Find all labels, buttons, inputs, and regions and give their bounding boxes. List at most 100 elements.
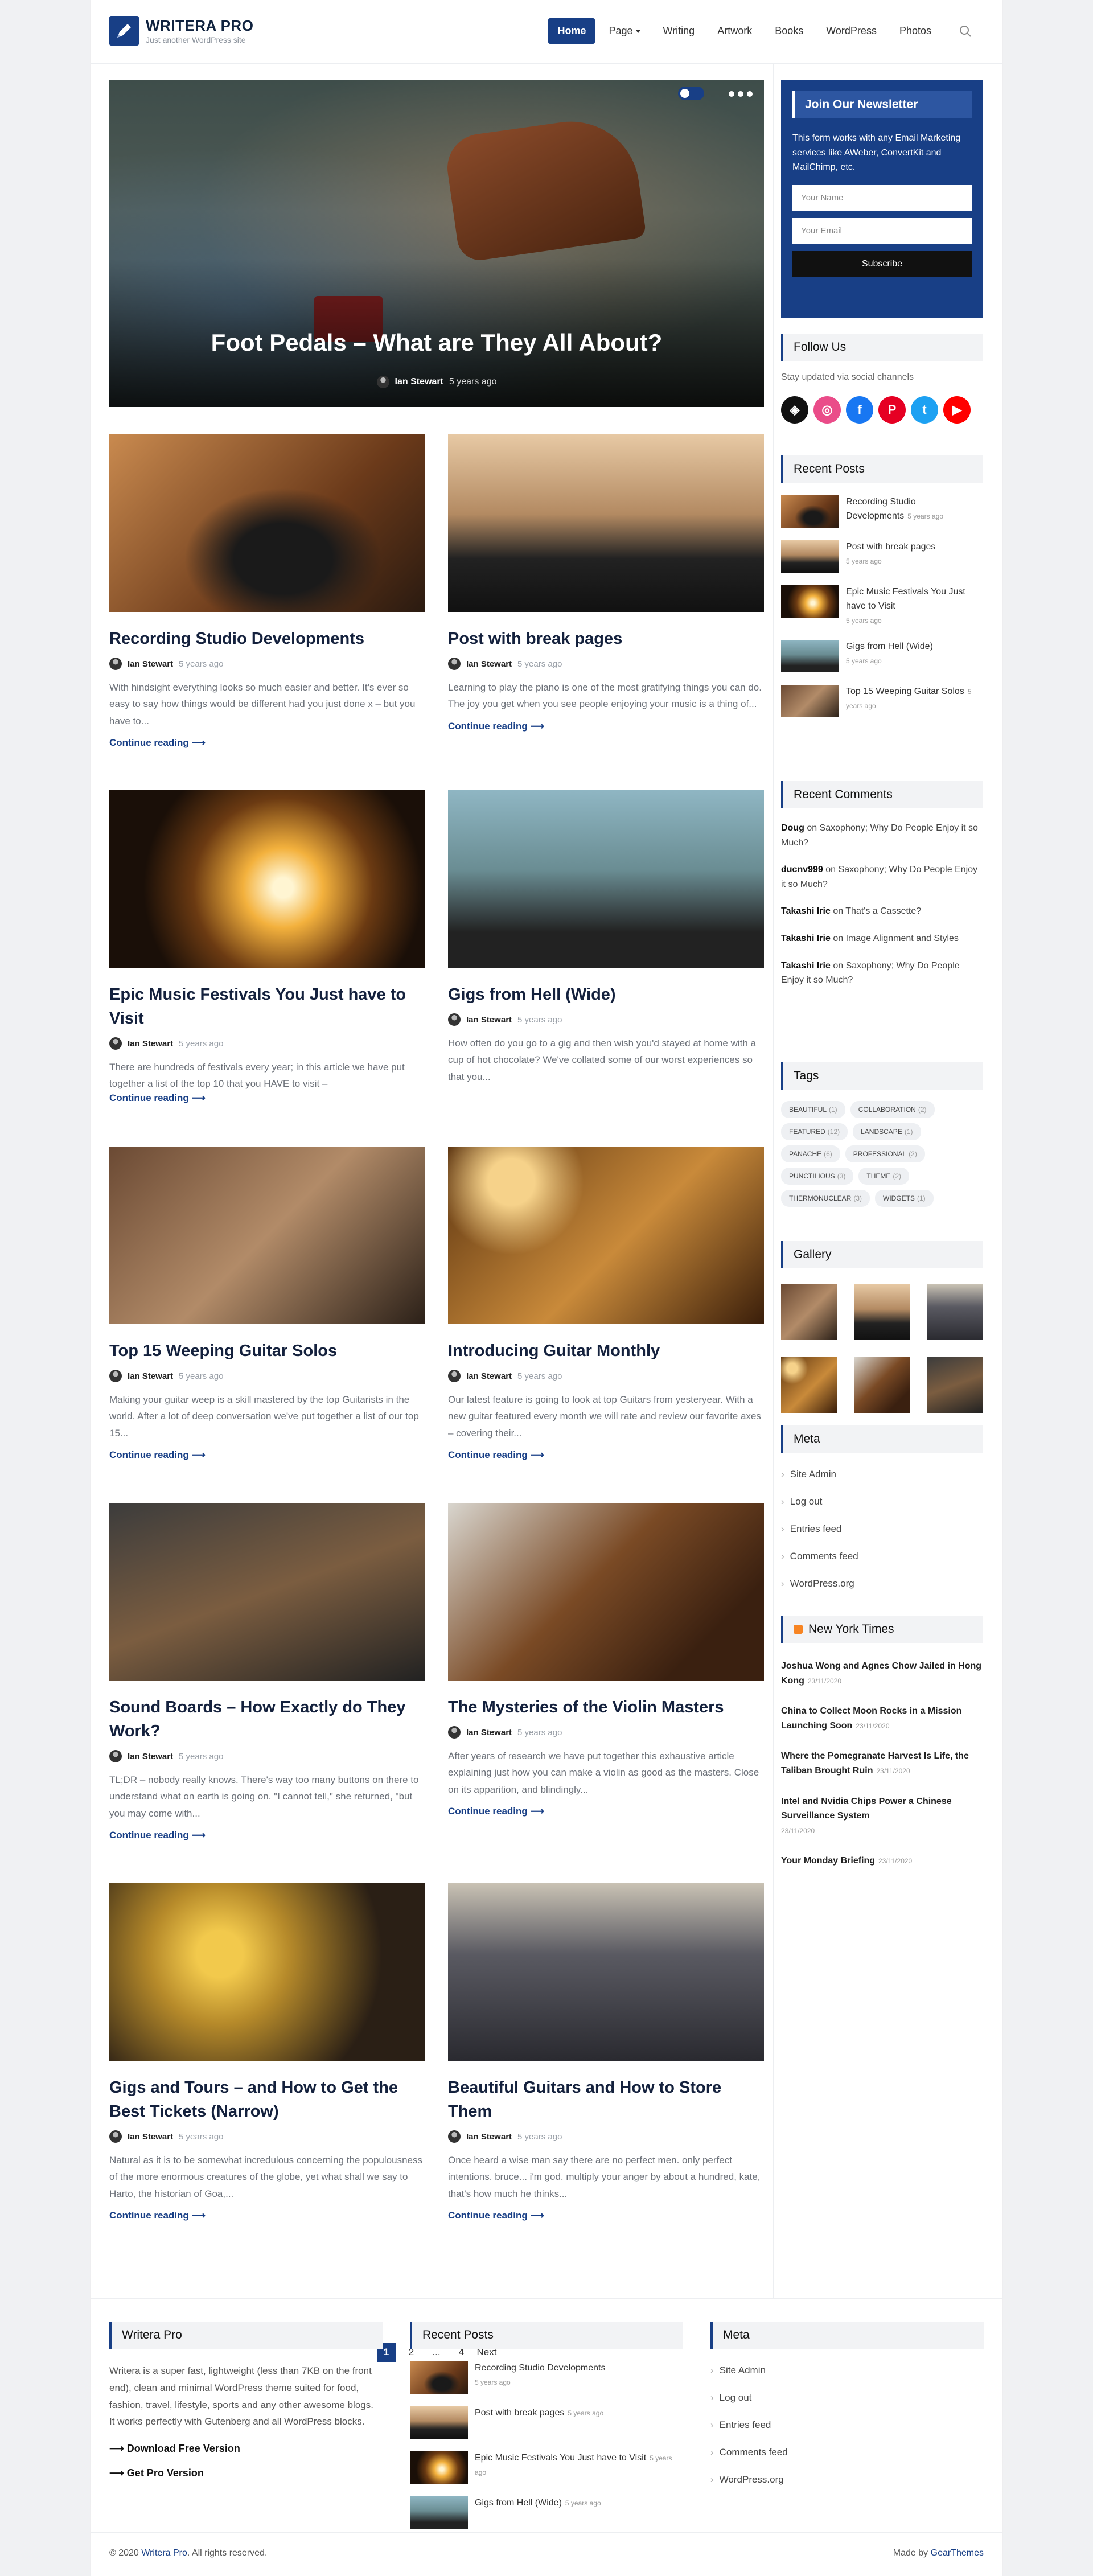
post-title[interactable]: Sound Boards – How Exactly do They Work? bbox=[109, 1695, 425, 1743]
continue-reading-link[interactable]: Continue reading ⟶ bbox=[109, 1830, 425, 1841]
meta-item[interactable]: › Log out bbox=[781, 1496, 983, 1507]
recent-post-thumb[interactable] bbox=[410, 2496, 468, 2529]
gallery-image[interactable] bbox=[927, 1284, 983, 1340]
name-input[interactable]: Your Name bbox=[792, 184, 972, 211]
post-thumbnail[interactable] bbox=[448, 1147, 764, 1324]
meta-link[interactable]: Log out bbox=[720, 2392, 752, 2404]
pinterest-icon[interactable]: P bbox=[878, 396, 906, 424]
nav-home[interactable]: Home bbox=[548, 18, 595, 44]
nav-wordpress[interactable]: WordPress bbox=[817, 18, 886, 44]
tag-item[interactable]: Collaboration (2) bbox=[850, 1101, 935, 1118]
recent-post-thumb[interactable] bbox=[781, 640, 839, 673]
nav-books[interactable]: Books bbox=[766, 18, 812, 44]
post-thumbnail[interactable] bbox=[109, 434, 425, 612]
post-thumbnail[interactable] bbox=[448, 1883, 764, 2061]
tag-item[interactable]: Landscape (1) bbox=[853, 1123, 921, 1140]
comment-author[interactable]: Doug bbox=[781, 823, 804, 833]
search-icon[interactable] bbox=[959, 24, 972, 38]
meta-item[interactable]: › Comments feed bbox=[710, 2447, 984, 2458]
recent-post-title[interactable]: Post with break pages bbox=[846, 542, 935, 552]
recent-post-title[interactable]: Gigs from Hell (Wide) bbox=[475, 2498, 562, 2508]
recent-post-title[interactable]: Post with break pages bbox=[475, 2408, 564, 2418]
recent-post-thumb[interactable] bbox=[781, 540, 839, 573]
meta-link[interactable]: Entries feed bbox=[720, 2419, 771, 2431]
facebook-icon[interactable]: f bbox=[846, 396, 873, 424]
recent-post-title[interactable]: Epic Music Festivals You Just have to Vi… bbox=[475, 2453, 646, 2463]
logo-icon[interactable] bbox=[109, 16, 139, 46]
nyt-headline[interactable]: Where the Pomegranate Harvest Is Life, t… bbox=[781, 1751, 969, 1776]
recent-post-title[interactable]: Gigs from Hell (Wide) bbox=[846, 642, 933, 651]
meta-link[interactable]: Comments feed bbox=[790, 1551, 858, 1562]
tag-item[interactable]: Thermonuclear (3) bbox=[781, 1190, 870, 1207]
gallery-image[interactable] bbox=[854, 1284, 910, 1340]
gallery-image[interactable] bbox=[781, 1284, 837, 1340]
continue-reading-link[interactable]: Continue reading ⟶ bbox=[109, 2210, 425, 2221]
nav-page[interactable]: Page bbox=[599, 18, 649, 44]
recent-post-thumb[interactable] bbox=[781, 585, 839, 618]
continue-reading-link[interactable]: Continue reading ⟶ bbox=[448, 1806, 764, 1817]
download-free-link[interactable]: ⟶ Download Free Version bbox=[109, 2443, 383, 2455]
codepen-icon[interactable]: ◈ bbox=[781, 396, 808, 424]
comment-author[interactable]: Takashi Irie bbox=[781, 934, 831, 943]
tag-item[interactable]: Panache (6) bbox=[781, 1145, 840, 1162]
recent-post-thumb[interactable] bbox=[781, 495, 839, 528]
comment-author[interactable]: Takashi Irie bbox=[781, 906, 831, 916]
post-author[interactable]: Ian Stewart bbox=[466, 1728, 512, 1737]
recent-post-thumb[interactable] bbox=[410, 2361, 468, 2394]
nav-writing[interactable]: Writing bbox=[654, 18, 704, 44]
recent-post-title[interactable]: Top 15 Weeping Guitar Solos bbox=[846, 687, 964, 696]
copyright-brand-link[interactable]: Writera Pro bbox=[141, 2548, 187, 2558]
meta-item[interactable]: › Site Admin bbox=[781, 1469, 983, 1480]
tag-item[interactable]: Theme (2) bbox=[858, 1168, 910, 1185]
meta-link[interactable]: Site Admin bbox=[720, 2365, 766, 2376]
meta-link[interactable]: Entries feed bbox=[790, 1523, 842, 1535]
post-title[interactable]: Top 15 Weeping Guitar Solos bbox=[109, 1339, 425, 1363]
more-dots-icon[interactable] bbox=[729, 91, 753, 97]
meta-link[interactable]: Log out bbox=[790, 1496, 823, 1507]
post-title[interactable]: Epic Music Festivals You Just have to Vi… bbox=[109, 983, 425, 1030]
recent-post-title[interactable]: Recording Studio Developments bbox=[475, 2363, 605, 2373]
tag-item[interactable]: Punctilious (3) bbox=[781, 1168, 854, 1185]
meta-item[interactable]: › Log out bbox=[710, 2392, 984, 2404]
post-thumbnail[interactable] bbox=[109, 1503, 425, 1681]
continue-reading-link[interactable]: Continue reading ⟶ bbox=[109, 737, 425, 749]
continue-reading-link[interactable]: Continue reading ⟶ bbox=[448, 2210, 764, 2221]
meta-item[interactable]: › Entries feed bbox=[781, 1523, 983, 1535]
post-author[interactable]: Ian Stewart bbox=[466, 1015, 512, 1025]
post-title[interactable]: Introducing Guitar Monthly bbox=[448, 1339, 764, 1363]
post-author[interactable]: Ian Stewart bbox=[466, 2132, 512, 2142]
post-thumbnail[interactable] bbox=[109, 790, 425, 968]
recent-post-item[interactable]: Gigs from Hell (Wide) 5 years ago bbox=[410, 2496, 683, 2529]
continue-reading-link[interactable]: Continue reading ⟶ bbox=[109, 1449, 425, 1461]
get-pro-link[interactable]: ⟶ Get Pro Version bbox=[109, 2467, 383, 2479]
email-input[interactable]: Your Email bbox=[792, 217, 972, 244]
post-title[interactable]: Post with break pages bbox=[448, 627, 764, 651]
nav-photos[interactable]: Photos bbox=[890, 18, 940, 44]
post-author[interactable]: Ian Stewart bbox=[128, 1371, 173, 1381]
hero-author[interactable]: Ian Stewart bbox=[395, 377, 443, 387]
tag-item[interactable]: Beautiful (1) bbox=[781, 1101, 845, 1118]
post-thumbnail[interactable] bbox=[448, 1503, 764, 1681]
meta-item[interactable]: › Comments feed bbox=[781, 1551, 983, 1562]
post-author[interactable]: Ian Stewart bbox=[128, 1752, 173, 1761]
post-title[interactable]: Gigs from Hell (Wide) bbox=[448, 983, 764, 1006]
meta-link[interactable]: WordPress.org bbox=[720, 2474, 784, 2485]
gallery-image[interactable] bbox=[854, 1357, 910, 1413]
post-author[interactable]: Ian Stewart bbox=[128, 1039, 173, 1049]
recent-post-item[interactable]: Top 15 Weeping Guitar Solos 5 years ago bbox=[781, 685, 983, 718]
post-thumbnail[interactable] bbox=[448, 434, 764, 612]
post-author[interactable]: Ian Stewart bbox=[128, 659, 173, 669]
recent-post-item[interactable]: Post with break pages 5 years ago bbox=[781, 540, 983, 573]
continue-reading-link[interactable]: Continue reading ⟶ bbox=[448, 721, 764, 732]
nav-artwork[interactable]: Artwork bbox=[708, 18, 761, 44]
twitter-icon[interactable]: t bbox=[911, 396, 938, 424]
post-thumbnail[interactable] bbox=[448, 790, 764, 968]
post-thumbnail[interactable] bbox=[109, 1883, 425, 2061]
tag-item[interactable]: Widgets (1) bbox=[875, 1190, 934, 1207]
recent-post-item[interactable]: Recording Studio Developments 5 years ago bbox=[410, 2361, 683, 2394]
gallery-image[interactable] bbox=[781, 1357, 837, 1413]
post-title[interactable]: Gigs and Tours – and How to Get the Best… bbox=[109, 2076, 425, 2123]
recent-post-thumb[interactable] bbox=[410, 2451, 468, 2484]
tag-item[interactable]: Featured (12) bbox=[781, 1123, 848, 1140]
recent-post-thumb[interactable] bbox=[781, 685, 839, 718]
